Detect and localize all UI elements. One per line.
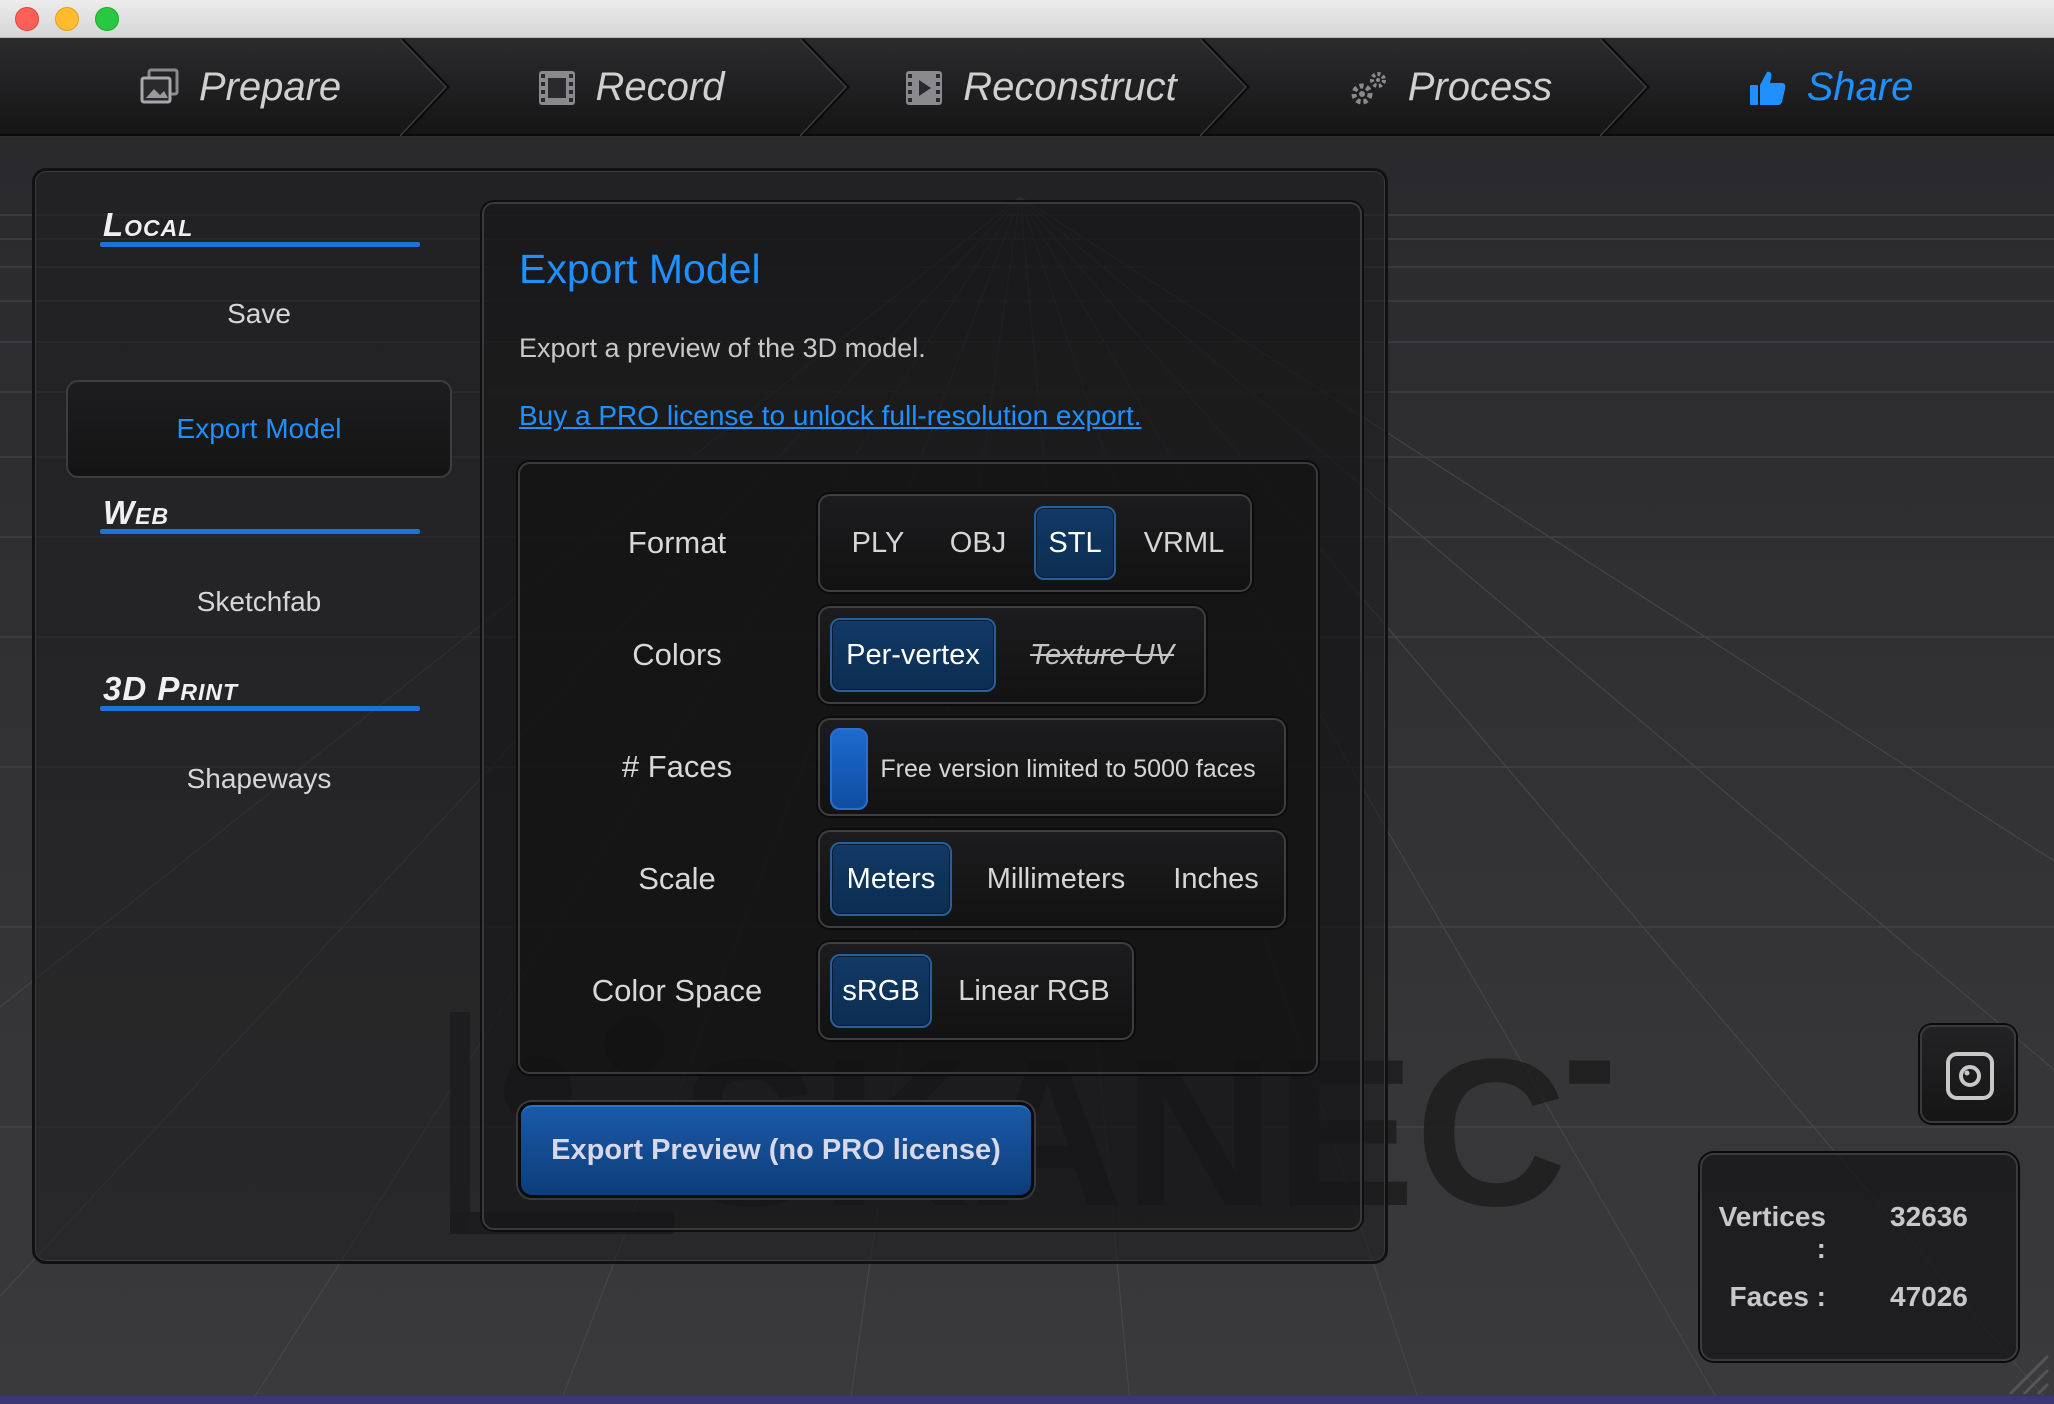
snapshot-button[interactable] bbox=[1920, 1025, 2016, 1123]
tab-label: Record bbox=[595, 65, 725, 109]
film-strip-icon bbox=[906, 70, 943, 105]
section-title-local: Local bbox=[103, 206, 194, 243]
tab-prepare[interactable]: Prepare bbox=[80, 39, 400, 136]
tab-share[interactable]: Share bbox=[1680, 39, 1980, 136]
sidebar-item-export-model[interactable]: Export Model bbox=[66, 380, 452, 478]
sidebar-item-save[interactable]: Save bbox=[66, 298, 452, 330]
color-space-label: Color Space bbox=[591, 973, 763, 1008]
section-title-web: Web bbox=[103, 494, 170, 531]
gears-icon bbox=[1351, 71, 1386, 104]
faces-count: 47026 bbox=[1890, 1281, 1968, 1312]
faces-slider[interactable]: Free version limited to 5000 faces bbox=[818, 718, 1286, 816]
tab-label: Reconstruct bbox=[963, 65, 1177, 109]
tab-label: Process bbox=[1407, 65, 1553, 109]
minimize-window-button[interactable] bbox=[55, 7, 79, 31]
faces-limit-text: Free version limited to 5000 faces bbox=[880, 754, 1256, 783]
color-space-option-linear-rgb[interactable]: Linear RGB bbox=[944, 954, 1124, 1028]
buy-pro-license-link[interactable]: Buy a PRO license to unlock full-resolut… bbox=[519, 400, 1142, 432]
sidebar-item-label: Export Model bbox=[176, 413, 342, 444]
section-title-3d-print: 3D Print bbox=[103, 670, 239, 707]
faces-label: # Faces bbox=[621, 749, 733, 784]
camera-snapshot-icon bbox=[1946, 1052, 1994, 1100]
tab-label: Prepare bbox=[198, 65, 342, 109]
app-window: Prepare Record Reconstruct Process Share… bbox=[0, 0, 2054, 1404]
scale-selector: Meters Millimeters Inches bbox=[818, 830, 1286, 928]
scale-label: Scale bbox=[638, 861, 716, 896]
tab-separator bbox=[1200, 39, 1250, 136]
sidebar-item-shapeways[interactable]: Shapeways bbox=[66, 763, 452, 795]
film-icon bbox=[538, 70, 575, 105]
zoom-window-button[interactable] bbox=[95, 7, 119, 31]
scale-option-inches[interactable]: Inches bbox=[1158, 842, 1274, 916]
resize-grip-icon[interactable] bbox=[2000, 1350, 2050, 1396]
format-option-stl[interactable]: STL bbox=[1034, 506, 1116, 580]
colors-label: Colors bbox=[632, 637, 722, 672]
color-space-option-srgb[interactable]: sRGB bbox=[830, 954, 932, 1028]
format-option-ply[interactable]: PLY bbox=[832, 506, 924, 580]
tab-separator bbox=[1600, 39, 1650, 136]
tab-separator bbox=[400, 39, 450, 136]
format-option-vrml[interactable]: VRML bbox=[1126, 506, 1242, 580]
thumbs-up-icon bbox=[1749, 71, 1785, 105]
photos-icon bbox=[140, 68, 179, 103]
tab-reconstruct[interactable]: Reconstruct bbox=[870, 39, 1210, 136]
vertices-count: 32636 bbox=[1890, 1201, 1968, 1232]
colors-option-texture-uv: Texture UV bbox=[1030, 638, 1174, 671]
format-option-obj[interactable]: OBJ bbox=[932, 506, 1024, 580]
tab-record[interactable]: Record bbox=[460, 39, 800, 136]
mesh-stats-panel: Vertices : 32636 Faces : 47026 bbox=[1700, 1153, 2018, 1361]
tab-process[interactable]: Process bbox=[1280, 39, 1620, 136]
tab-label: Share bbox=[1806, 65, 1914, 109]
scale-option-millimeters[interactable]: Millimeters bbox=[966, 842, 1146, 916]
color-space-selector: sRGB Linear RGB bbox=[818, 942, 1134, 1040]
close-window-button[interactable] bbox=[15, 7, 39, 31]
page-title: Export Model bbox=[519, 246, 761, 292]
title-bar bbox=[0, 0, 2054, 38]
workflow-tab-bar: Prepare Record Reconstruct Process Share bbox=[0, 39, 2054, 136]
window-bottom-edge bbox=[0, 1396, 2054, 1404]
section-underline bbox=[100, 242, 420, 247]
colors-option-per-vertex[interactable]: Per-vertex bbox=[830, 618, 996, 692]
scale-option-meters[interactable]: Meters bbox=[830, 842, 952, 916]
section-underline bbox=[100, 706, 420, 711]
section-underline bbox=[100, 529, 420, 534]
colors-selector: Per-vertex Texture UV bbox=[818, 606, 1206, 704]
format-label: Format bbox=[627, 525, 727, 560]
sidebar-item-sketchfab[interactable]: Sketchfab bbox=[66, 586, 452, 618]
export-preview-label: Export Preview (no PRO license) bbox=[551, 1133, 1001, 1166]
vertices-label: Vertices : bbox=[1718, 1201, 1826, 1264]
tab-separator bbox=[800, 39, 850, 136]
format-selector: PLY OBJ STL VRML bbox=[818, 494, 1252, 592]
faces-count-label: Faces : bbox=[1729, 1281, 1827, 1312]
page-description: Export a preview of the 3D model. bbox=[519, 333, 926, 363]
export-preview-button[interactable]: Export Preview (no PRO license) bbox=[518, 1102, 1034, 1198]
